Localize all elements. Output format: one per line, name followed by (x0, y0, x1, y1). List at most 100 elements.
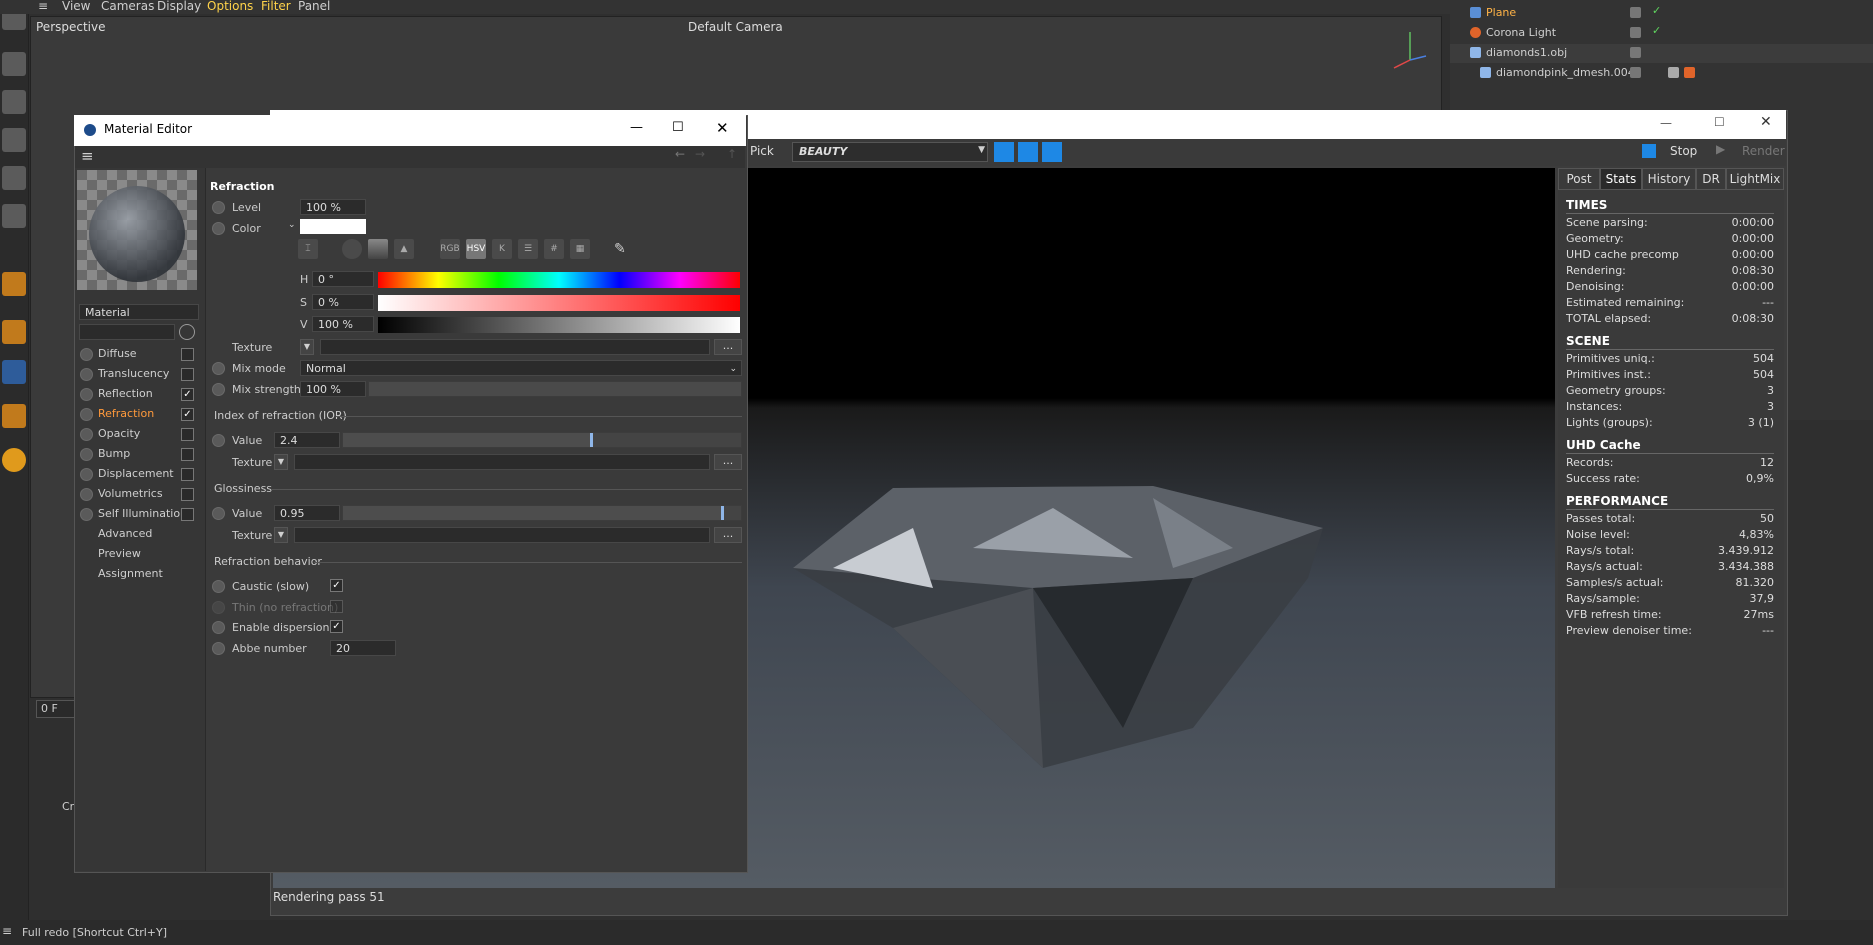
keyframe-radio[interactable] (80, 488, 93, 501)
minimize-icon[interactable]: — (630, 120, 643, 135)
close-icon[interactable]: ✕ (716, 119, 729, 137)
channel-item[interactable]: Reflection ✓ (80, 386, 200, 403)
polygons-mode-icon[interactable] (2, 204, 26, 228)
ior-slider[interactable] (342, 432, 742, 448)
keyframe-radio[interactable] (212, 201, 225, 214)
sculpt-tool-icon[interactable] (2, 448, 26, 472)
menu-options[interactable]: Options (207, 0, 253, 13)
channel-item[interactable]: Bump (80, 446, 200, 463)
channel-item[interactable]: Volumetrics (80, 486, 200, 503)
channel-checkbox[interactable] (181, 448, 194, 461)
axis-tool-icon[interactable] (2, 272, 26, 296)
layer-icon[interactable] (1630, 7, 1641, 18)
layer-icon[interactable] (1630, 47, 1641, 58)
menu-icon[interactable]: ≡ (2, 924, 12, 938)
color-swatch[interactable] (300, 219, 366, 234)
hue-input[interactable]: 0 ° (312, 271, 374, 287)
color-wheel-icon[interactable] (342, 239, 362, 259)
minimize-icon[interactable]: — (1660, 116, 1672, 130)
menu-panel[interactable]: Panel (298, 0, 330, 13)
pick-button[interactable]: Pick (750, 144, 774, 158)
tab-dr[interactable]: DR (1696, 168, 1726, 190)
keyframe-radio[interactable] (212, 580, 225, 593)
caustic-checkbox[interactable]: ✓ (330, 579, 343, 592)
level-input[interactable]: 100 % (300, 199, 366, 215)
eyedropper-icon[interactable]: ✎ (614, 241, 632, 259)
channel-checkbox[interactable] (181, 348, 194, 361)
channel-item[interactable]: Opacity (80, 426, 200, 443)
abbe-input[interactable]: 20 (330, 640, 396, 656)
mix-strength-input[interactable]: 100 % (300, 381, 366, 397)
glossiness-slider[interactable] (342, 505, 742, 521)
keyframe-radio[interactable] (80, 428, 93, 441)
forward-arrow-icon[interactable]: → (695, 147, 705, 161)
keyframe-radio[interactable] (212, 434, 225, 447)
layer-icon[interactable] (1630, 27, 1641, 38)
image-picker-icon[interactable]: ▲ (394, 239, 414, 259)
tab-stats[interactable]: Stats (1600, 168, 1642, 190)
keyframe-radio[interactable] (80, 468, 93, 481)
chevron-down-icon[interactable]: ⌄ (288, 220, 296, 230)
maximize-icon[interactable]: ☐ (1714, 115, 1725, 129)
swatches-icon[interactable]: ▦ (570, 239, 590, 259)
gloss-texture-dropdown[interactable]: ▼ (274, 527, 288, 543)
keyframe-radio[interactable] (80, 508, 93, 521)
keyframe-radio[interactable] (212, 621, 225, 634)
channel-checkbox[interactable] (181, 428, 194, 441)
material-name-field[interactable]: Material (79, 304, 199, 320)
channel-item[interactable]: Diffuse (80, 346, 200, 363)
channel-item[interactable]: Translucency (80, 366, 200, 383)
visible-check-icon[interactable]: ✓ (1652, 24, 1661, 37)
channel-item[interactable]: Assignment (80, 566, 200, 583)
model-mode-icon[interactable] (2, 52, 26, 76)
channel-checkbox[interactable] (181, 468, 194, 481)
material-type-dropdown[interactable] (79, 324, 175, 340)
channel-checkbox[interactable]: ✓ (181, 388, 194, 401)
object-row[interactable]: Plane ✓ (1450, 4, 1873, 23)
menu-cameras[interactable]: Cameras (101, 0, 154, 13)
keyframe-radio[interactable] (80, 448, 93, 461)
target-icon[interactable] (179, 324, 195, 340)
points-mode-icon[interactable] (2, 128, 26, 152)
hex-mode-button[interactable]: # (544, 239, 564, 259)
channel-checkbox[interactable] (181, 488, 194, 501)
edges-mode-icon[interactable] (2, 166, 26, 190)
keyframe-radio[interactable] (212, 601, 225, 614)
tab-history[interactable]: History (1642, 168, 1696, 190)
workplane-icon[interactable] (2, 360, 26, 384)
channel-dropdown[interactable]: BEAUTY ▼ (792, 142, 988, 162)
corona-tag-icon[interactable] (1684, 67, 1695, 78)
menu-filter[interactable]: Filter (261, 0, 291, 13)
mix-strength-slider[interactable] (368, 381, 742, 397)
texture-dropdown[interactable]: ▼ (300, 339, 314, 355)
render-button[interactable]: ▶ Render (1716, 142, 1785, 162)
object-row[interactable]: diamonds1.obj (1450, 44, 1873, 63)
saturation-slider[interactable] (378, 295, 740, 311)
thin-checkbox[interactable] (330, 600, 343, 613)
mixer-icon[interactable]: ☰ (518, 239, 538, 259)
gloss-texture-slot[interactable] (294, 527, 710, 543)
material-editor-titlebar[interactable]: Material Editor — ☐ ✕ (74, 115, 746, 146)
maximize-icon[interactable]: ☐ (672, 120, 684, 135)
value-slider[interactable] (378, 317, 740, 333)
color-picker-collapse-icon[interactable]: ⌶ (298, 239, 318, 259)
ior-texture-dropdown[interactable]: ▼ (274, 454, 288, 470)
zoom-out-icon[interactable] (1018, 142, 1038, 162)
value-input[interactable]: 100 % (312, 316, 374, 332)
keyframe-radio[interactable] (212, 222, 225, 235)
keyframe-radio[interactable] (80, 408, 93, 421)
kelvin-mode-button[interactable]: K (492, 239, 512, 259)
dispersion-checkbox[interactable]: ✓ (330, 620, 343, 633)
zoom-fit-icon[interactable] (1042, 142, 1062, 162)
channel-item[interactable]: Advanced (80, 526, 200, 543)
channel-checkbox[interactable] (181, 508, 194, 521)
keyframe-radio[interactable] (80, 368, 93, 381)
layer-icon[interactable] (1630, 67, 1641, 78)
material-tag-icon[interactable] (1668, 67, 1679, 78)
ior-texture-options-button[interactable]: ... (714, 454, 742, 470)
glossiness-input[interactable]: 0.95 (274, 505, 340, 521)
visible-check-icon[interactable]: ✓ (1652, 4, 1661, 17)
channel-item[interactable]: Preview (80, 546, 200, 563)
keyframe-radio[interactable] (80, 388, 93, 401)
material-preview[interactable] (77, 170, 197, 290)
